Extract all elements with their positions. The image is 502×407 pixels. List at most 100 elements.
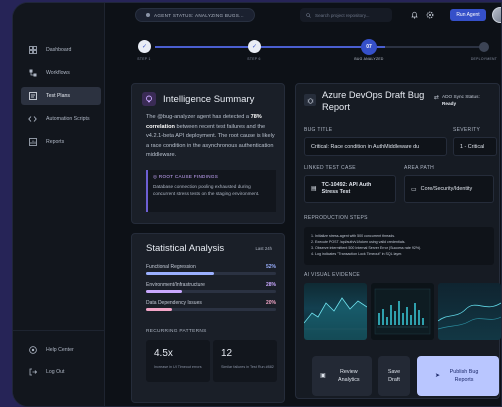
stat-percent: 28% <box>265 282 276 288</box>
analytics-icon: ▣ <box>320 373 326 379</box>
stats-range[interactable]: Last 24h <box>256 246 273 251</box>
review-analytics-button[interactable]: ▣ Review Analytics <box>312 356 372 396</box>
repro-steps-box[interactable]: 1. Initialize stress-agent with 500 conc… <box>304 227 494 265</box>
stat-row-data-dependency: Data Dependency Issues 20% <box>146 300 276 311</box>
dashboard-icon <box>28 46 37 55</box>
search-input[interactable]: Search project repository... <box>300 8 392 22</box>
review-analytics-label: Review Analytics <box>338 369 360 383</box>
linked-test-case-value: TC-10492: API Auth Stress Test <box>322 182 372 196</box>
ado-sync-status: ⇄ ADO Sync Status: Ready <box>434 94 480 107</box>
bell-icon[interactable] <box>410 10 419 19</box>
statistical-analysis-panel: Statistical Analysis Last 24h Functional… <box>131 233 285 403</box>
bug-report-title: Azure DevOps Draft Bug Report <box>322 90 425 112</box>
stats-title: Statistical Analysis <box>146 243 225 254</box>
linked-line-2: Stress Test <box>321 189 351 195</box>
stat-bar-track <box>146 272 276 275</box>
stat-row-environment: Environment/Infrastructure 28% <box>146 282 276 293</box>
linked-line-1: TC-10492: API Auth <box>321 182 372 188</box>
stat-bar-fill <box>146 290 183 293</box>
sidebar-item-automation-scripts[interactable]: Automation Scripts <box>21 110 101 128</box>
stat-bar-fill <box>146 272 214 275</box>
root-cause-findings: ◎ ROOT CAUSE FINDINGS Database connectio… <box>146 170 276 212</box>
findings-heading-text: ROOT CAUSE FINDINGS <box>158 174 219 179</box>
save-draft-button[interactable]: Save Draft <box>378 356 410 396</box>
intelligence-header: Intelligence Summary <box>142 92 254 106</box>
step-6-check-icon[interactable]: ✓ <box>248 40 261 53</box>
evidence-image-1[interactable] <box>304 283 367 340</box>
sidebar-item-test-plans[interactable]: Test Plans <box>21 87 101 105</box>
pattern-card: 12 Similar failures in Test Run #882 <box>213 340 277 382</box>
sidebar-item-workflows[interactable]: Workflows <box>21 64 101 82</box>
severity-select[interactable]: 1 - Critical <box>453 137 497 156</box>
body-text-pre: The @bug-analyzer agent has detected a <box>146 114 251 120</box>
sidebar-item-label: Test Plans <box>46 93 70 99</box>
stat-bar-track <box>146 308 276 311</box>
repro-steps-label: REPRODUCTION STEPS <box>304 215 368 221</box>
gear-icon[interactable] <box>425 10 434 19</box>
progress-stepper: ✓ STEP 1 ✓ STEP 6 07 BUG ANALYZED DEPLOY… <box>105 29 501 69</box>
sync-status-value: Ready <box>442 100 457 106</box>
agent-status-pill: AGENT STATUS: ANALYZING BUGS... <box>135 8 255 22</box>
run-agent-button[interactable]: Run Agent <box>450 9 486 21</box>
sidebar-item-label: Workflows <box>46 70 70 76</box>
step-pending-dot[interactable] <box>479 42 489 52</box>
avatar[interactable] <box>492 7 501 23</box>
publish-label: Publish Bug Reports <box>449 369 479 383</box>
stepper-line-complete <box>155 46 385 48</box>
pattern-description: Similar failures in Test Run #882 <box>221 365 274 369</box>
code-icon <box>28 115 37 124</box>
sidebar-item-label: Reports <box>46 139 65 145</box>
sidebar-divider <box>13 330 105 331</box>
save-draft-label: Save Draft <box>387 369 401 383</box>
stat-label: Data Dependency Issues <box>146 300 202 306</box>
sidebar-item-reports[interactable]: Reports <box>21 133 101 151</box>
help-icon <box>28 346 37 355</box>
link-icon: ▤ <box>311 185 317 192</box>
step-current-label: BUG ANALYZED <box>354 57 384 61</box>
logout-label: Log Out <box>46 369 65 375</box>
area-path-label: AREA PATH <box>404 165 435 171</box>
logout-link[interactable]: Log Out <box>21 363 101 381</box>
pattern-description: Increase in UI Timeout errors <box>154 365 202 369</box>
help-center-label: Help Center <box>46 347 74 353</box>
bug-report-panel: Azure DevOps Draft Bug Report ⇄ ADO Sync… <box>295 83 501 399</box>
status-icon <box>146 13 150 17</box>
pattern-card: 4.5x Increase in UI Timeout errors <box>146 340 210 382</box>
step-1-check-icon[interactable]: ✓ <box>138 40 151 53</box>
sidebar-item-label: Automation Scripts <box>46 116 90 122</box>
area-path-field[interactable]: ▭ Core/Security/Identity <box>404 175 494 203</box>
step-1-label: STEP 1 <box>137 57 151 61</box>
brain-icon <box>142 92 156 106</box>
stat-percent: 52% <box>265 264 276 270</box>
publish-bug-reports-button[interactable]: ➤ Publish Bug Reports <box>417 356 499 396</box>
findings-heading: ◎ ROOT CAUSE FINDINGS <box>153 174 271 180</box>
publish-icon: ➤ <box>434 373 441 379</box>
stat-label: Functional Regression <box>146 264 196 270</box>
ai-visual-evidence-label: AI VISUAL EVIDENCE <box>304 272 361 278</box>
linked-test-case-field[interactable]: ▤ TC-10492: API Auth Stress Test <box>304 175 396 203</box>
bug-icon <box>304 94 316 106</box>
sidebar: Dashboard Workflows Test Plans Automatio… <box>13 3 105 406</box>
agent-status-text: AGENT STATUS: ANALYZING BUGS... <box>154 12 244 18</box>
stat-percent: 20% <box>265 300 276 306</box>
recurring-patterns-label: RECURRING PATTERNS <box>146 329 207 334</box>
step-current-indicator[interactable]: 07 <box>361 39 377 55</box>
evidence-image-2[interactable] <box>371 283 434 340</box>
search-icon <box>306 12 311 18</box>
bug-title-field[interactable]: Critical: Race condition in AuthMiddlewa… <box>304 137 447 156</box>
stat-bar-track <box>146 290 276 293</box>
reports-icon <box>28 138 37 147</box>
help-center-link[interactable]: Help Center <box>21 341 101 359</box>
step-6-label: STEP 6 <box>247 57 261 61</box>
sidebar-item-dashboard[interactable]: Dashboard <box>21 41 101 59</box>
app-window: Dashboard Workflows Test Plans Automatio… <box>12 2 502 407</box>
evidence-image-3[interactable] <box>438 283 501 340</box>
sync-icon: ⇄ <box>434 95 440 101</box>
intelligence-title: Intelligence Summary <box>163 93 255 105</box>
stat-bar-fill <box>146 308 172 311</box>
intelligence-summary-panel: Intelligence Summary The @bug-analyzer a… <box>131 83 285 224</box>
linked-test-case-label: LINKED TEST CASE <box>304 165 356 171</box>
bug-title-label: BUG TITLE <box>304 127 333 133</box>
pattern-value: 4.5x <box>154 348 173 359</box>
area-path-value: Core/Security/Identity <box>420 186 473 192</box>
